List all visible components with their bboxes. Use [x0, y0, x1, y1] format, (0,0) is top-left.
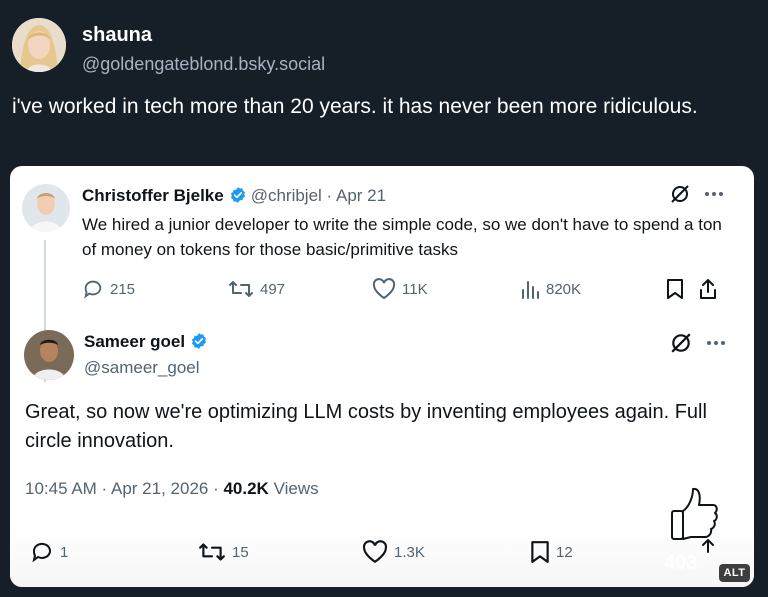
- author-avatar[interactable]: [12, 18, 66, 72]
- reply-tweet-meta: 10:45 AM · Apr 21, 2026 · 40.2K Views: [25, 479, 319, 499]
- reply-tweet-time-date: 10:45 AM · Apr 21, 2026 ·: [25, 479, 224, 498]
- grok-icon[interactable]: [670, 184, 690, 204]
- reply-repost-action[interactable]: 15: [198, 540, 249, 564]
- reply-tweet-name-row: Sameer goel: [84, 332, 212, 352]
- original-tweet-header: Christoffer Bjelke @chribjel · Apr 21: [82, 186, 386, 206]
- original-views-action[interactable]: 820K: [520, 278, 581, 300]
- original-tweet-extra-actions: [666, 278, 718, 300]
- original-tweet-corner: [670, 184, 724, 204]
- reply-reply-action[interactable]: 1: [30, 540, 68, 564]
- original-tweet-avatar: [22, 184, 70, 232]
- reply-tweet-corner: [670, 332, 726, 354]
- original-like-count: 11K: [402, 280, 428, 298]
- embedded-image[interactable]: Christoffer Bjelke @chribjel · Apr 21 We …: [10, 166, 754, 587]
- original-tweet-name: Christoffer Bjelke: [82, 186, 224, 205]
- reply-tweet-handle: @sameer_goel: [84, 358, 200, 377]
- reply-tweet-views-label: Views: [268, 479, 319, 498]
- reply-reply-count: 1: [60, 543, 69, 561]
- original-tweet-handle-date: @chribjel · Apr 21: [250, 186, 387, 205]
- reply-bookmark-count: 12: [556, 543, 573, 561]
- reply-like-action[interactable]: 1.3K: [362, 540, 425, 564]
- more-options-icon[interactable]: [704, 191, 724, 197]
- verified-badge-icon: [192, 333, 207, 349]
- author-handle[interactable]: @goldengateblond.bsky.social: [82, 54, 325, 75]
- reply-repost-count: 15: [232, 543, 249, 561]
- grok-icon[interactable]: [670, 332, 692, 354]
- reply-tweet-views-count: 40.2K: [223, 479, 269, 498]
- alt-badge[interactable]: ALT: [719, 564, 750, 582]
- repost-icon: [199, 543, 225, 561]
- like-icon: [362, 540, 388, 564]
- verified-badge-icon: [230, 187, 245, 203]
- thumbs-up-icon: [671, 487, 718, 540]
- reply-icon: [84, 280, 102, 299]
- reply-tweet-name: Sameer goel: [84, 332, 186, 351]
- reply-tweet-avatar: [24, 330, 74, 380]
- reply-icon: [32, 542, 51, 563]
- original-reply-action[interactable]: 215: [82, 278, 135, 300]
- original-views-count: 820K: [546, 280, 582, 298]
- repost-icon: [229, 281, 253, 297]
- reply-tweet-handle-row: @sameer_goel: [84, 358, 200, 378]
- share-icon: [702, 539, 714, 553]
- share-count: 403: [664, 552, 698, 574]
- bookmark-icon: [531, 541, 549, 563]
- views-icon: [522, 281, 539, 299]
- original-repost-action[interactable]: 497: [228, 278, 285, 300]
- author-name[interactable]: shauna: [82, 24, 152, 47]
- post-text: i've worked in tech more than 20 years. …: [12, 95, 698, 118]
- like-icon: [372, 278, 396, 300]
- original-repost-count: 497: [260, 280, 286, 298]
- share-icon[interactable]: [698, 278, 718, 300]
- bookmark-icon[interactable]: [666, 278, 684, 300]
- reply-tweet-text: Great, so now we're optimizing LLM costs…: [25, 401, 707, 452]
- original-like-action[interactable]: 11K: [372, 278, 428, 300]
- original-tweet-text: We hired a junior developer to write the…: [82, 215, 722, 259]
- more-options-icon[interactable]: [706, 340, 726, 346]
- reply-share-action[interactable]: [698, 538, 718, 560]
- reply-bookmark-action[interactable]: 12: [530, 540, 573, 564]
- original-reply-count: 215: [110, 280, 136, 298]
- reply-like-count: 1.3K: [394, 543, 425, 561]
